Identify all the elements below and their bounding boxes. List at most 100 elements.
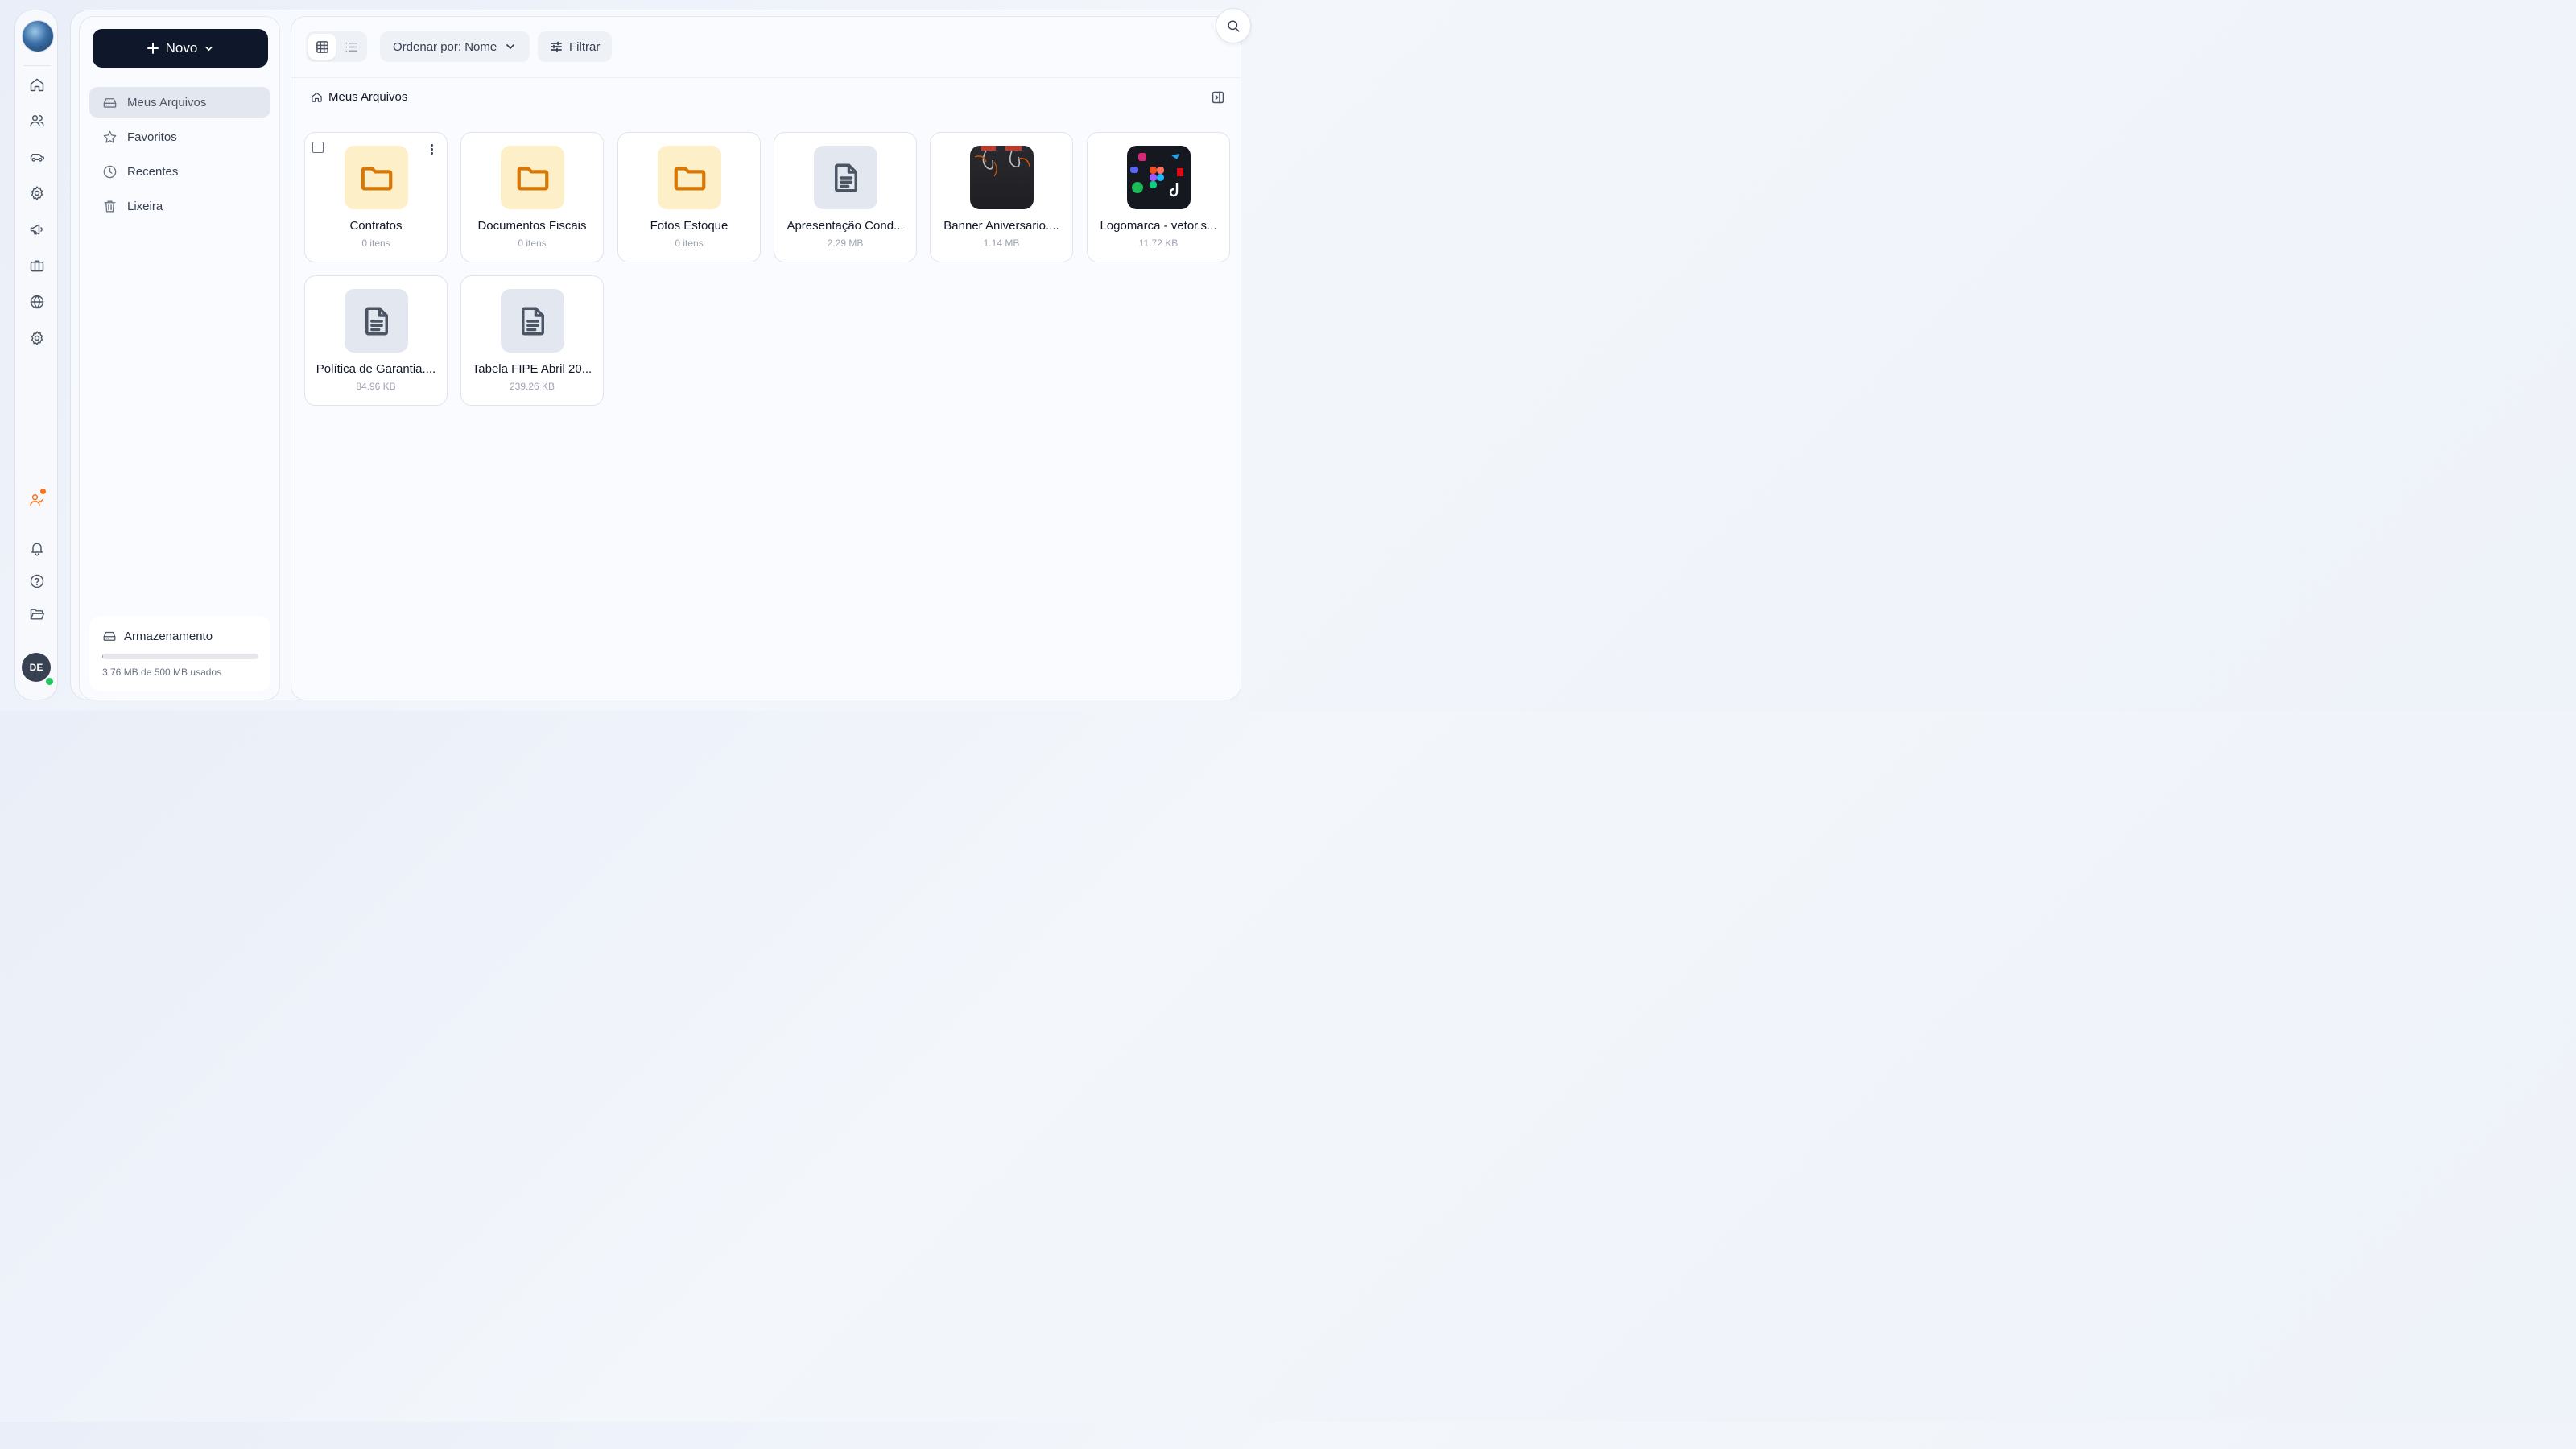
file-card[interactable]: Contratos 0 itens [304,132,448,262]
sidebar-item-label: Meus Arquivos [127,95,207,109]
globe-icon[interactable] [27,291,47,312]
file-meta: 84.96 KB [356,381,396,392]
file-card[interactable]: Fotos Estoque 0 itens [617,132,761,262]
sidebar-item-recentes[interactable]: Recentes [89,156,270,187]
megaphone-icon[interactable] [27,219,47,240]
toolbar-divider [291,77,1241,78]
file-card[interactable]: Logomarca - vetor.s... 11.72 KB [1087,132,1230,262]
folder-icon [517,166,548,191]
file-meta: 239.26 KB [509,381,555,392]
online-status-indicator [44,676,55,687]
briefcase-icon[interactable] [27,255,47,276]
storage-usage-text: 3.76 MB de 500 MB usados [102,667,222,678]
sidebar-item-label: Lixeira [127,199,163,213]
sliders-icon [551,41,562,52]
global-search-button[interactable] [1216,8,1251,43]
document-thumbnail [814,146,877,209]
sort-label: Ordenar por: Nome [393,39,497,54]
star-icon [103,130,117,143]
breadcrumb-current: Meus Arquivos [328,90,408,104]
image-thumbnail [970,146,1034,209]
new-button-label: Novo [165,40,198,56]
folder-thumbnail [345,146,408,209]
storage-progress-bar [102,654,258,659]
folder-open-icon[interactable] [27,604,47,625]
document-thumbnail [501,289,564,353]
gear-icon[interactable] [27,183,47,204]
file-meta: 0 itens [361,237,390,249]
folder-thumbnail [658,146,721,209]
file-name: Logomarca - vetor.s... [1100,219,1217,233]
settings-icon[interactable] [27,328,47,349]
document-icon [521,307,544,335]
home-icon[interactable] [27,74,47,95]
panel-right-icon [1212,91,1224,104]
chevron-down-icon [205,46,213,51]
bell-icon[interactable] [27,538,47,559]
storage-header: Armazenamento [102,629,213,643]
file-card[interactable]: Política de Garantia.... 84.96 KB [304,275,448,406]
grid-icon [316,40,328,53]
users-icon[interactable] [27,110,47,131]
search-icon [1227,19,1240,32]
image-thumbnail [1127,146,1191,209]
document-icon [834,163,857,192]
more-options-icon[interactable] [431,144,434,155]
file-card[interactable]: Documentos Fiscais 0 itens [460,132,604,262]
home-icon [312,92,322,102]
sidebar-item-label: Favoritos [127,130,177,144]
document-thumbnail [345,289,408,353]
filter-label: Filtrar [569,39,601,54]
select-checkbox[interactable] [312,142,324,153]
drive-icon [103,631,116,641]
file-meta: 0 itens [518,237,547,249]
document-icon [365,307,388,335]
file-name: Banner Aniversario.... [943,219,1059,233]
files-sidebar: Novo Meus Arquivos Favoritos Recentes Li… [79,16,280,700]
toggle-details-panel-button[interactable] [1212,91,1226,105]
sidebar-item-meus-arquivos[interactable]: Meus Arquivos [89,87,270,118]
plus-icon [147,43,159,54]
chevron-down-icon [506,44,515,49]
folder-thumbnail [501,146,564,209]
drive-icon [103,97,117,108]
file-meta: 11.72 KB [1138,237,1179,249]
file-card[interactable]: Tabela FIPE Abril 20... 239.26 KB [460,275,604,406]
storage-progress-fill [102,654,104,659]
file-name: Fotos Estoque [650,219,729,233]
file-name: Política de Garantia.... [316,362,436,376]
paperclips-image-icon [974,146,1030,177]
rail-divider [23,65,51,66]
grid-view-button[interactable] [308,34,336,60]
car-icon[interactable] [27,147,47,167]
file-card[interactable]: Apresentação Cond... 2.29 MB [774,132,917,262]
sidebar-item-lixeira[interactable]: Lixeira [89,191,270,221]
file-name: Contratos [349,219,402,233]
app-rail: DE [14,10,58,700]
list-view-button[interactable] [337,34,365,60]
file-meta: 2.29 MB [827,237,864,249]
help-icon[interactable] [27,571,47,592]
storage-card: Armazenamento 3.76 MB de 500 MB usados [89,616,270,691]
list-icon [345,42,357,52]
breadcrumb[interactable]: Meus Arquivos [311,90,407,104]
app-logos-image-icon [1130,153,1183,197]
file-name: Apresentação Cond... [786,219,904,233]
storage-title: Armazenamento [124,629,213,643]
notification-dot [40,489,46,494]
new-button[interactable]: Novo [93,29,268,68]
view-mode-toggle [306,31,367,62]
file-name: Documentos Fiscais [477,219,587,233]
sidebar-item-favoritos[interactable]: Favoritos [89,122,270,152]
app-logo[interactable] [22,20,54,52]
file-card[interactable]: Banner Aniversario.... 1.14 MB [930,132,1073,262]
folder-icon [674,166,705,191]
folder-icon [361,166,392,191]
sidebar-item-label: Recentes [127,164,179,179]
filter-button[interactable]: Filtrar [538,31,613,62]
trash-icon [104,200,116,213]
clock-icon [103,165,117,178]
sort-dropdown[interactable]: Ordenar por: Nome [380,31,530,62]
file-name: Tabela FIPE Abril 20... [472,362,592,376]
file-browser: Ordenar por: Nome Filtrar Meus Arquivos … [291,16,1241,700]
